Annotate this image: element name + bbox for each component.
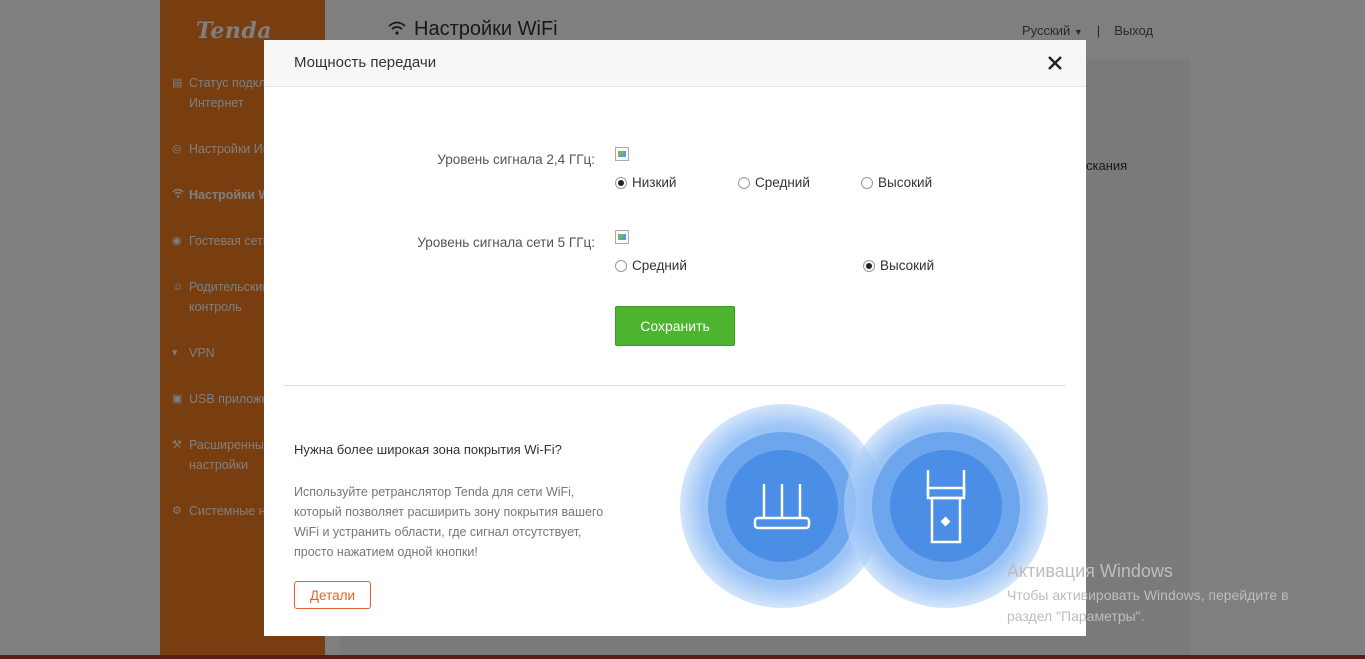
router-icon xyxy=(753,484,811,530)
windows-activation-watermark: Активация Windows Чтобы активировать Win… xyxy=(1007,561,1289,627)
radio-icon xyxy=(738,176,750,189)
band24-option-medium[interactable]: Средний xyxy=(738,175,810,190)
watermark-line-1: Чтобы активировать Windows, перейдите в xyxy=(1007,587,1289,603)
radio-label: Высокий xyxy=(878,175,933,190)
repeater-circle xyxy=(890,450,1002,562)
radio-checked-icon xyxy=(863,259,875,272)
router-halo xyxy=(708,432,856,580)
band24-option-low[interactable]: Низкий xyxy=(615,175,676,190)
radio-label: Высокий xyxy=(880,258,935,273)
promo-title: Нужна более широкая зона покрытия Wi-Fi? xyxy=(294,442,562,457)
broken-image-icon xyxy=(615,230,629,244)
band5-option-high[interactable]: Высокий xyxy=(863,258,934,273)
broken-image-icon xyxy=(615,147,629,161)
watermark-line-2: раздел "Параметры". xyxy=(1007,608,1145,624)
radio-checked-icon xyxy=(615,176,627,189)
watermark-title: Активация Windows xyxy=(1007,561,1173,581)
radio-icon xyxy=(615,259,627,272)
band24-option-high[interactable]: Высокий xyxy=(861,175,932,190)
dialog-title: Мощность передачи xyxy=(294,54,437,71)
save-button[interactable]: Сохранить xyxy=(615,306,735,346)
repeater-icon xyxy=(926,470,966,544)
repeater-halo xyxy=(872,432,1020,580)
radio-icon xyxy=(861,176,873,189)
transmit-power-dialog: Мощность передачи Уровень сигнала 2,4 ГГ… xyxy=(264,40,1086,636)
divider xyxy=(284,385,1066,386)
band5-option-medium[interactable]: Средний xyxy=(615,258,687,273)
radio-label: Средний xyxy=(632,258,687,273)
radio-label: Низкий xyxy=(632,175,677,190)
router-circle xyxy=(726,450,838,562)
promo-text: Используйте ретранслятор Tenda для сети … xyxy=(294,485,604,559)
details-button[interactable]: Детали xyxy=(294,581,371,609)
close-icon xyxy=(1048,56,1062,70)
dialog-header: Мощность передачи xyxy=(264,40,1086,87)
close-button[interactable] xyxy=(1044,52,1066,74)
radio-label: Средний xyxy=(755,175,810,190)
band5-label: Уровень сигнала сети 5 ГГц: xyxy=(417,235,595,250)
band24-label: Уровень сигнала 2,4 ГГц: xyxy=(437,152,595,167)
